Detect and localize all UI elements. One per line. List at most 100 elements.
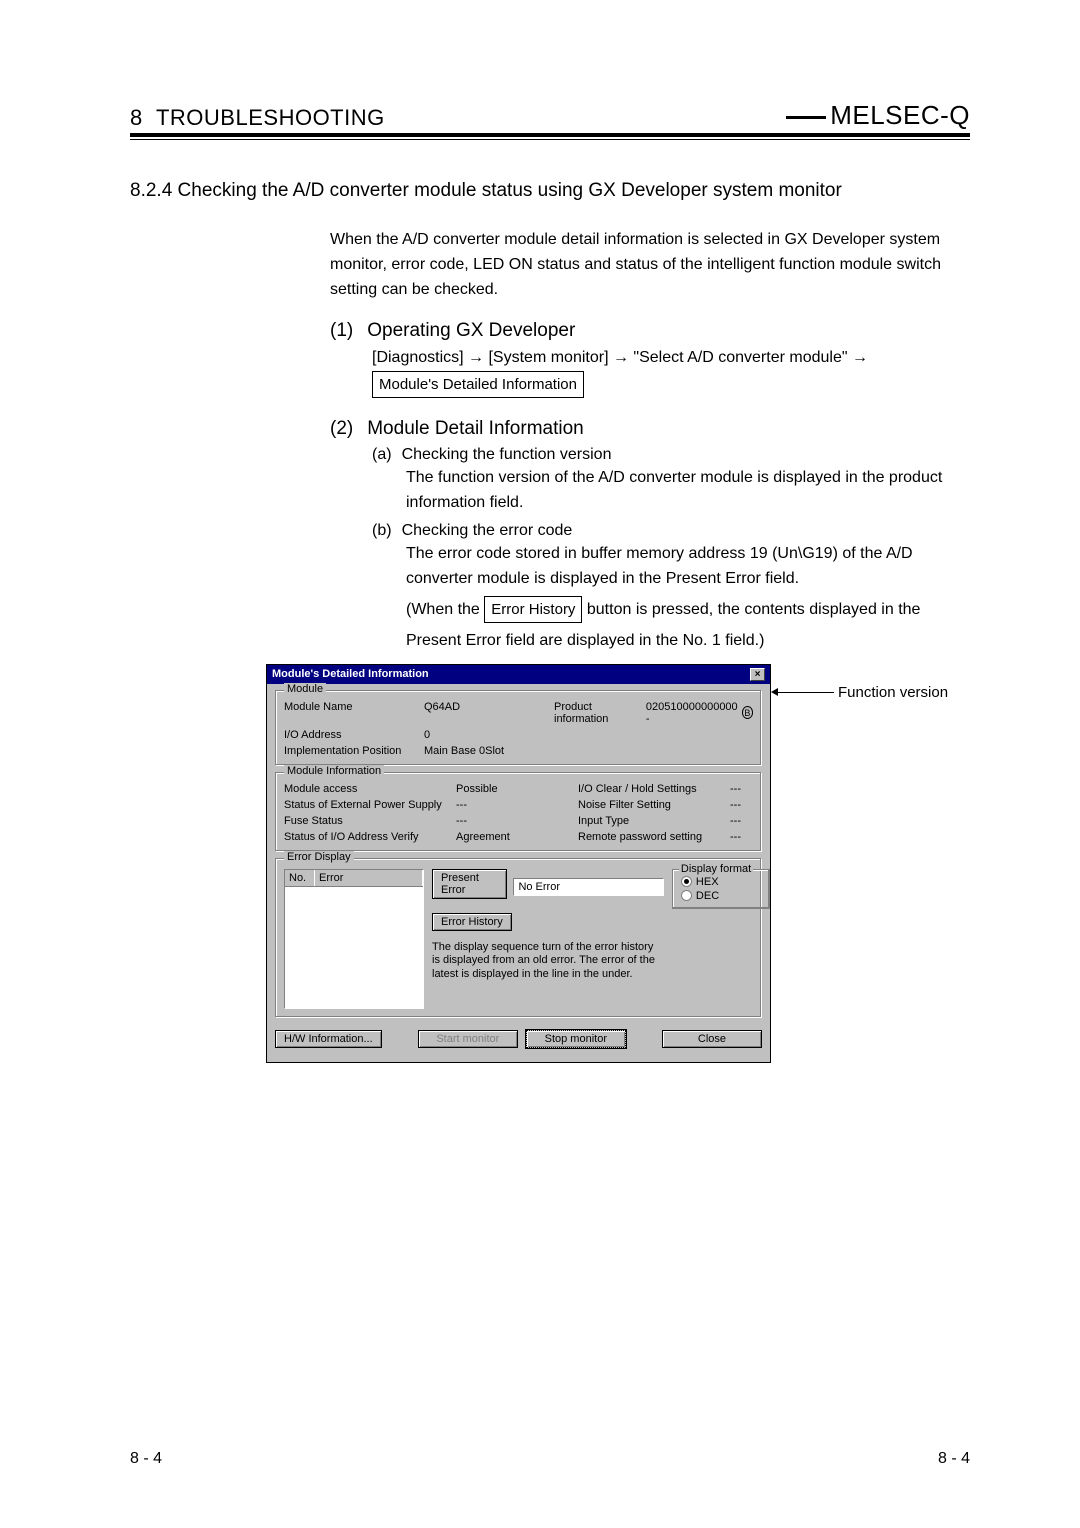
header-rule: [130, 139, 970, 140]
brand-bar-icon: [786, 116, 826, 119]
io-address-value: 0: [424, 729, 554, 741]
error-display-legend: Error Display: [284, 851, 354, 863]
error-center-column: Present Error No Error Error History The…: [432, 869, 770, 1009]
brand-label: MELSEC-Q: [786, 100, 970, 131]
substep-a-label: (a): [372, 446, 392, 464]
dialog-titlebar: Module's Detailed Information ×: [267, 665, 770, 684]
substep-b-body3: Present Error field are displayed in the…: [406, 629, 970, 654]
section-heading: Checking the A/D converter module status…: [178, 180, 842, 201]
error-history-button-inline[interactable]: Error History: [484, 596, 582, 623]
inputtype-label: Input Type: [578, 815, 728, 827]
implementation-position-label: Implementation Position: [284, 745, 424, 757]
module-name-label: Module Name: [284, 701, 424, 725]
error-list-head-err: Error: [315, 870, 423, 886]
implementation-position-value: Main Base 0Slot: [424, 745, 753, 757]
error-display-note: The display sequence turn of the error h…: [432, 941, 664, 982]
chapter-heading: 8 TROUBLESHOOTING: [130, 105, 385, 131]
module-access-label: Module access: [284, 783, 454, 795]
module-name-value: Q64AD: [424, 701, 554, 725]
display-format-legend: Display format: [679, 863, 753, 875]
substep-a-title: Checking the function version: [402, 446, 612, 464]
module-access-value: Possible: [456, 783, 576, 795]
footer-left: 8 - 4: [130, 1450, 162, 1468]
step-2-number: (2): [330, 418, 353, 440]
substep-a-body: The function version of the A/D converte…: [406, 466, 970, 516]
substep-b-body2: (When the Error History button is presse…: [406, 596, 970, 623]
substep-b-label: (b): [372, 522, 392, 540]
step-1-number: (1): [330, 320, 353, 342]
chapter-number: 8: [130, 105, 143, 130]
noise-label: Noise Filter Setting: [578, 799, 728, 811]
display-format-group: Display format HEX DEC: [672, 869, 770, 909]
step-1-title: Operating GX Developer: [367, 320, 575, 342]
dialog-wrap: Module's Detailed Information × Module M…: [266, 664, 970, 1063]
extpwr-value: ---: [456, 799, 576, 811]
remote-value: ---: [730, 831, 753, 843]
noise-value: ---: [730, 799, 753, 811]
page-footer: 8 - 4 8 - 4: [130, 1450, 970, 1468]
function-version-circle-icon: B: [742, 706, 753, 719]
product-info-value: 020510000000000 -: [646, 701, 738, 725]
module-detail-dialog: Module's Detailed Information × Module M…: [266, 664, 771, 1063]
callout-line-icon: [778, 692, 834, 693]
error-list-head-no: No.: [285, 870, 315, 886]
extpwr-label: Status of External Power Supply: [284, 799, 454, 811]
inputtype-value: ---: [730, 815, 753, 827]
ioverify-value: Agreement: [456, 831, 576, 843]
substep-b: (b) Checking the error code The error co…: [372, 522, 970, 654]
footer-right: 8 - 4: [938, 1450, 970, 1468]
error-listbox[interactable]: No. Error: [284, 869, 424, 1009]
module-detailed-info-button[interactable]: Module's Detailed Information: [372, 371, 584, 398]
step-1-path: [Diagnostics] → [System monitor] → "Sele…: [372, 349, 868, 366]
fuse-value: ---: [456, 815, 576, 827]
section-title: 8.2.4 Checking the A/D converter module …: [130, 180, 970, 202]
fuse-label: Fuse Status: [284, 815, 454, 827]
radio-dec-icon: [681, 890, 692, 901]
ioclear-value: ---: [730, 783, 753, 795]
page-header: 8 TROUBLESHOOTING MELSEC-Q: [130, 100, 970, 137]
product-info-cell: Product information 020510000000000 - B: [554, 701, 753, 725]
radio-dec[interactable]: DEC: [681, 890, 761, 902]
dialog-bottom-row: H/W Information... Start monitor Stop mo…: [275, 1024, 762, 1054]
function-version-label: Function version: [838, 684, 948, 701]
error-list-column: No. Error: [284, 869, 424, 1009]
remote-label: Remote password setting: [578, 831, 728, 843]
substep-b-body1: The error code stored in buffer memory a…: [406, 542, 970, 592]
substep-a: (a) Checking the function version The fu…: [372, 446, 970, 516]
substep-b-post: button is pressed, the contents displaye…: [582, 601, 920, 618]
step-1-body: [Diagnostics] → [System monitor] → "Sele…: [372, 346, 970, 398]
radio-hex-icon: [681, 876, 692, 887]
section-number: 8.2.4: [130, 180, 172, 201]
present-error-field: No Error: [513, 878, 663, 896]
radio-hex[interactable]: HEX: [681, 876, 761, 888]
close-icon[interactable]: ×: [750, 668, 765, 681]
start-monitor-button[interactable]: Start monitor: [418, 1030, 518, 1048]
radio-hex-label: HEX: [696, 876, 719, 888]
callout-arrow-icon: [771, 688, 778, 696]
close-button[interactable]: Close: [662, 1030, 762, 1048]
ioclear-label: I/O Clear / Hold Settings: [578, 783, 728, 795]
module-legend: Module: [284, 683, 326, 695]
module-info-fieldset: Module Information Module access Possibl…: [275, 772, 762, 852]
step-2-title: Module Detail Information: [367, 418, 584, 440]
product-info-label: Product information: [554, 701, 635, 725]
module-info-legend: Module Information: [284, 765, 384, 777]
chapter-title: TROUBLESHOOTING: [156, 105, 385, 130]
brand-text: MELSEC-Q: [830, 100, 970, 130]
step-1: (1) Operating GX Developer [Diagnostics]…: [330, 320, 970, 398]
substep-b-title: Checking the error code: [402, 522, 573, 540]
substep-b-pre: (When the: [406, 601, 484, 618]
step-2: (2) Module Detail Information: [330, 418, 970, 440]
radio-dec-label: DEC: [696, 890, 719, 902]
io-address-label: I/O Address: [284, 729, 424, 741]
intro-paragraph: When the A/D converter module detail inf…: [330, 228, 970, 302]
dialog-title-text: Module's Detailed Information: [272, 668, 429, 680]
function-version-callout: Function version: [771, 684, 948, 701]
ioverify-label: Status of I/O Address Verify: [284, 831, 454, 843]
present-error-button[interactable]: Present Error: [432, 869, 507, 899]
module-fieldset: Module Module Name Q64AD Product informa…: [275, 690, 762, 766]
hw-information-button[interactable]: H/W Information...: [275, 1030, 382, 1048]
error-display-fieldset: Error Display No. Error: [275, 858, 762, 1018]
error-history-button[interactable]: Error History: [432, 913, 512, 931]
stop-monitor-button[interactable]: Stop monitor: [526, 1030, 626, 1048]
